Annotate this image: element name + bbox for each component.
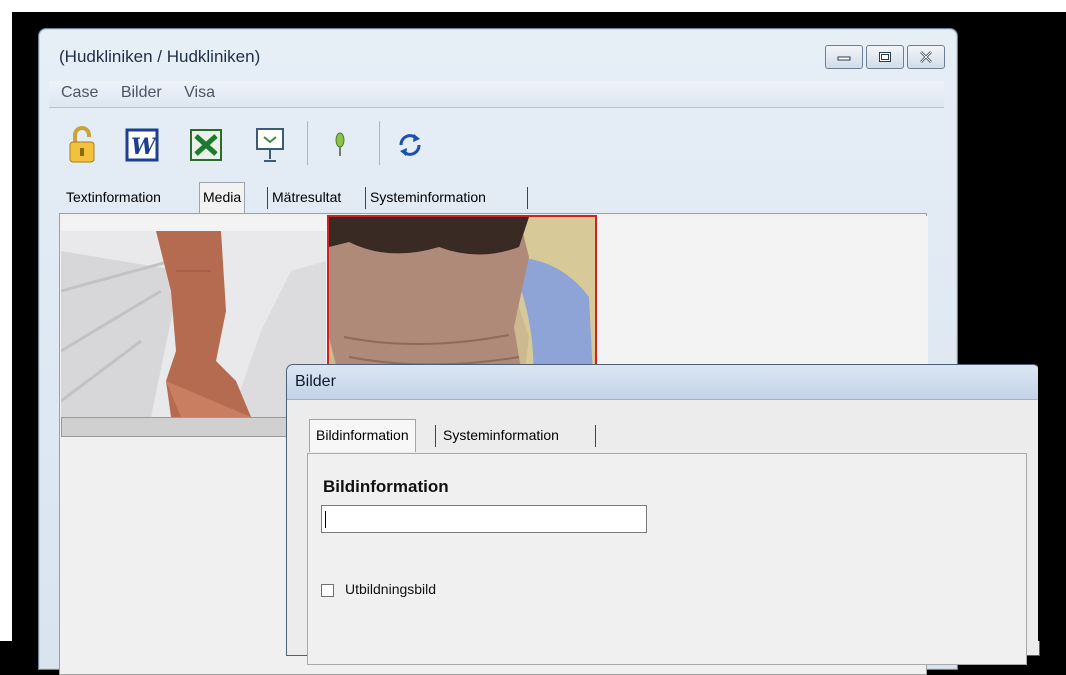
tab-textinformation[interactable]: Textinformation	[63, 184, 164, 210]
menu-visa[interactable]: Visa	[184, 84, 215, 102]
presentation-button[interactable]	[253, 125, 287, 165]
toolbar: W	[49, 113, 944, 173]
bilder-dialog: Bilder Bildinformation Systeminformation…	[286, 364, 1040, 665]
bildinformation-heading: Bildinformation	[323, 477, 449, 496]
menu-case[interactable]: Case	[61, 84, 98, 102]
tab-divider	[595, 425, 596, 447]
word-button[interactable]: W	[125, 125, 159, 165]
pin-button[interactable]	[323, 125, 357, 165]
tab-media[interactable]: Media	[199, 182, 246, 213]
word-icon: W	[125, 128, 159, 162]
window-title: (Hudkliniken / Hudkliniken)	[59, 47, 261, 66]
tab-matresultat[interactable]: Mätresultat	[269, 184, 344, 210]
excel-button[interactable]	[189, 125, 223, 165]
screen-left-border	[0, 0, 12, 641]
close-button[interactable]	[907, 45, 945, 69]
dialog-titlebar[interactable]: Bilder	[287, 365, 1039, 400]
utbildningsbild-checkbox[interactable]	[321, 584, 334, 597]
tab-systeminformation[interactable]: Systeminformation	[367, 184, 489, 210]
dialog-title: Bilder	[295, 373, 336, 390]
text-caret	[325, 511, 326, 528]
toolbar-separator	[307, 121, 308, 165]
maximize-icon	[879, 52, 891, 62]
refresh-button[interactable]	[393, 125, 427, 165]
minimize-icon	[837, 56, 851, 61]
menu-bilder[interactable]: Bilder	[121, 84, 162, 102]
tab-divider	[365, 187, 366, 209]
bildinformation-input[interactable]	[321, 505, 647, 533]
utbildningsbild-label: Utbildningsbild	[345, 581, 437, 597]
screen-top-border	[0, 0, 1066, 12]
lock-open-button[interactable]	[65, 125, 99, 165]
lock-open-icon	[69, 126, 95, 163]
tab-bildinformation[interactable]: Bildinformation	[309, 419, 416, 452]
refresh-icon	[399, 134, 421, 156]
tab-divider	[435, 425, 436, 447]
tab-divider	[527, 187, 528, 209]
maximize-button[interactable]	[866, 45, 904, 69]
excel-icon	[190, 129, 222, 161]
presentation-icon	[256, 128, 284, 162]
svg-text:W: W	[131, 134, 158, 160]
minimize-button[interactable]	[825, 45, 863, 69]
toolbar-separator	[379, 121, 380, 165]
pin-icon	[335, 132, 345, 156]
screen-right-edge	[1038, 364, 1066, 641]
menu-bar: Case Bilder Visa	[49, 81, 944, 108]
tab-dialog-systeminformation[interactable]: Systeminformation	[437, 421, 565, 449]
tab-divider	[267, 187, 268, 209]
close-icon	[920, 51, 932, 63]
window-controls	[825, 45, 945, 69]
